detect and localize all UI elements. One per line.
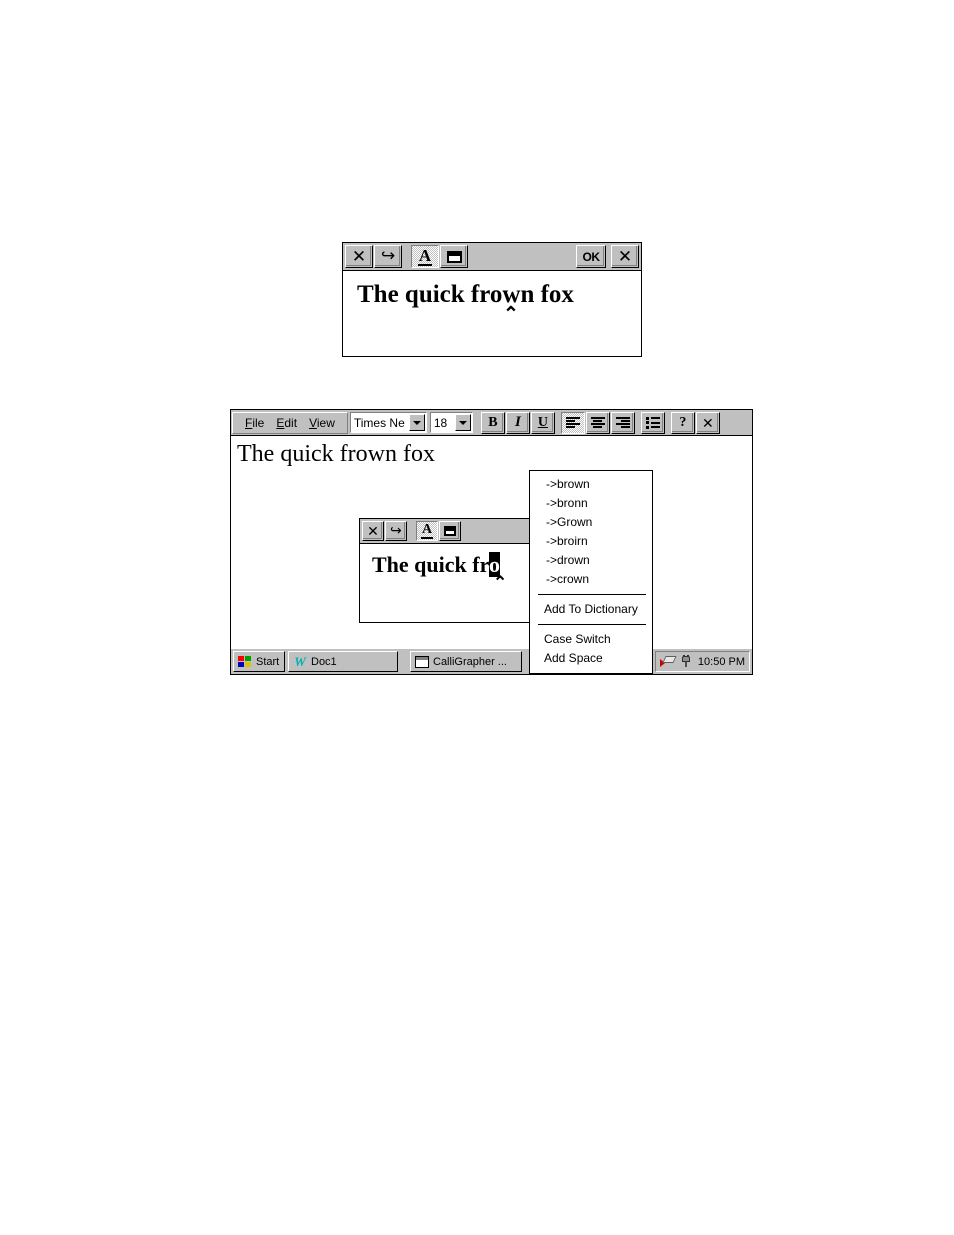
- align-right-icon: [615, 416, 630, 429]
- menu-view-rest: iew: [316, 415, 335, 430]
- undo-icon: ↩: [390, 523, 402, 539]
- editor-toolbar: File Edit View Times Ne 18 B I U ? ✕: [231, 410, 752, 436]
- align-left-button[interactable]: [560, 411, 585, 434]
- calligrapher-toolbar-inner: ✕ ↩ A: [360, 519, 543, 544]
- menu-file[interactable]: File: [239, 416, 270, 430]
- word-icon: W: [294, 654, 306, 669]
- undo-icon: ↩: [380, 246, 396, 266]
- dismiss-button[interactable]: ✕: [611, 245, 639, 268]
- align-left-icon: [565, 416, 580, 429]
- underline-icon: U: [537, 414, 548, 430]
- menu-item-crown[interactable]: ->crown: [530, 570, 652, 589]
- italic-button[interactable]: I: [505, 411, 530, 434]
- chevron-down-icon[interactable]: [408, 414, 425, 431]
- ink-canvas-top[interactable]: The quick frown fox ⌃: [343, 271, 641, 356]
- calligrapher-icon: [415, 655, 429, 668]
- ink-text-unselected: The quick fr: [372, 552, 489, 577]
- font-name-combo[interactable]: Times Ne: [349, 412, 427, 433]
- power-plug-icon[interactable]: [679, 655, 693, 668]
- caret-marker-icon: ⌃: [503, 304, 519, 325]
- close-button[interactable]: ✕: [345, 245, 373, 268]
- menu-item-grown[interactable]: ->Grown: [530, 513, 652, 532]
- caret-marker-icon: ⌃: [493, 573, 508, 592]
- align-center-button[interactable]: [585, 411, 610, 434]
- taskbar-item-calligrapher[interactable]: CalliGrapher ...: [410, 651, 522, 672]
- device-screen: File Edit View Times Ne 18 B I U ? ✕ The…: [230, 409, 753, 675]
- bold-icon: B: [488, 414, 498, 430]
- close-icon: ✕: [617, 247, 633, 266]
- menu-separator: [538, 624, 646, 625]
- menu-view-accel: V: [309, 415, 317, 430]
- letter-a-icon: A: [420, 522, 434, 539]
- spell-correction-context-menu: ->brown ->bronn ->Grown ->broirn ->drown…: [529, 470, 653, 674]
- start-button-label: Start: [256, 655, 280, 668]
- document-area[interactable]: The quick frown fox ✕ ↩ A The quick fro …: [231, 436, 752, 648]
- bold-button[interactable]: B: [480, 411, 505, 434]
- menu-item-drown[interactable]: ->drown: [530, 551, 652, 570]
- recognized-ink-text: The quick frown fox: [357, 281, 574, 308]
- align-right-button[interactable]: [610, 411, 635, 434]
- menu-view[interactable]: View: [303, 416, 341, 430]
- align-center-icon: [590, 416, 605, 429]
- font-name-value: Times Ne: [353, 415, 405, 430]
- menu-edit[interactable]: Edit: [270, 416, 303, 430]
- windows-flag-icon: [238, 655, 252, 668]
- menu-item-case-switch[interactable]: Case Switch: [530, 630, 652, 649]
- menu-item-add-space[interactable]: Add Space: [530, 649, 652, 668]
- close-button[interactable]: ✕: [362, 521, 384, 541]
- menu-item-brown[interactable]: ->brown: [530, 475, 652, 494]
- undo-button[interactable]: ↩: [385, 521, 407, 541]
- taskbar-item-calligrapher-label: CalliGrapher ...: [433, 655, 507, 668]
- taskbar: Start W Doc1 CalliGrapher ... 10:50 PM: [231, 648, 752, 674]
- menu-edit-rest: dit: [284, 415, 298, 430]
- calligrapher-toolbar-top: ✕ ↩ A OK ✕: [343, 243, 641, 271]
- pen-icon[interactable]: [659, 655, 677, 668]
- letter-a-icon: A: [417, 246, 433, 266]
- undo-button[interactable]: ↩: [374, 245, 402, 268]
- clock[interactable]: 10:50 PM: [698, 656, 745, 668]
- ok-button[interactable]: OK: [576, 245, 606, 268]
- window-mode-button[interactable]: [439, 521, 461, 541]
- taskbar-item-doc1-label: Doc1: [311, 655, 337, 668]
- ink-canvas-inner[interactable]: The quick fro ⌃: [360, 544, 543, 622]
- window-rect-icon: [446, 250, 462, 263]
- close-button[interactable]: ✕: [695, 411, 720, 434]
- menu-bar: File Edit View: [232, 411, 348, 434]
- question-mark-icon: ?: [679, 414, 687, 430]
- window-mode-button[interactable]: [440, 245, 468, 268]
- taskbar-item-doc1[interactable]: W Doc1: [288, 651, 398, 672]
- window-rect-icon: [444, 526, 456, 536]
- system-tray: 10:50 PM: [654, 651, 750, 672]
- bullet-list-icon: [645, 416, 660, 429]
- close-icon: ✕: [702, 414, 714, 431]
- menu-item-add-to-dictionary[interactable]: Add To Dictionary: [530, 600, 652, 619]
- close-icon: ✕: [351, 247, 367, 266]
- close-icon: ✕: [367, 523, 379, 539]
- italic-icon: I: [514, 414, 521, 430]
- menu-file-rest: ile: [252, 415, 265, 430]
- text-mode-button[interactable]: A: [411, 245, 439, 268]
- calligrapher-window-inner: ✕ ↩ A The quick fro ⌃: [359, 518, 544, 623]
- font-size-combo[interactable]: 18: [429, 412, 473, 433]
- underline-button[interactable]: U: [530, 411, 555, 434]
- calligrapher-window-top: ✕ ↩ A OK ✕ The quick frown fox ⌃: [342, 242, 642, 357]
- recognized-ink-text-inner: The quick fro: [372, 552, 500, 578]
- help-button[interactable]: ?: [670, 411, 695, 434]
- document-text: The quick frown fox: [237, 441, 435, 467]
- menu-item-broirn[interactable]: ->broirn: [530, 532, 652, 551]
- start-button[interactable]: Start: [233, 651, 285, 672]
- text-mode-button[interactable]: A: [416, 521, 438, 541]
- font-size-value: 18: [433, 415, 448, 430]
- chevron-down-icon[interactable]: [454, 414, 471, 431]
- menu-item-bronn[interactable]: ->bronn: [530, 494, 652, 513]
- menu-separator: [538, 594, 646, 595]
- bullet-list-button[interactable]: [640, 411, 665, 434]
